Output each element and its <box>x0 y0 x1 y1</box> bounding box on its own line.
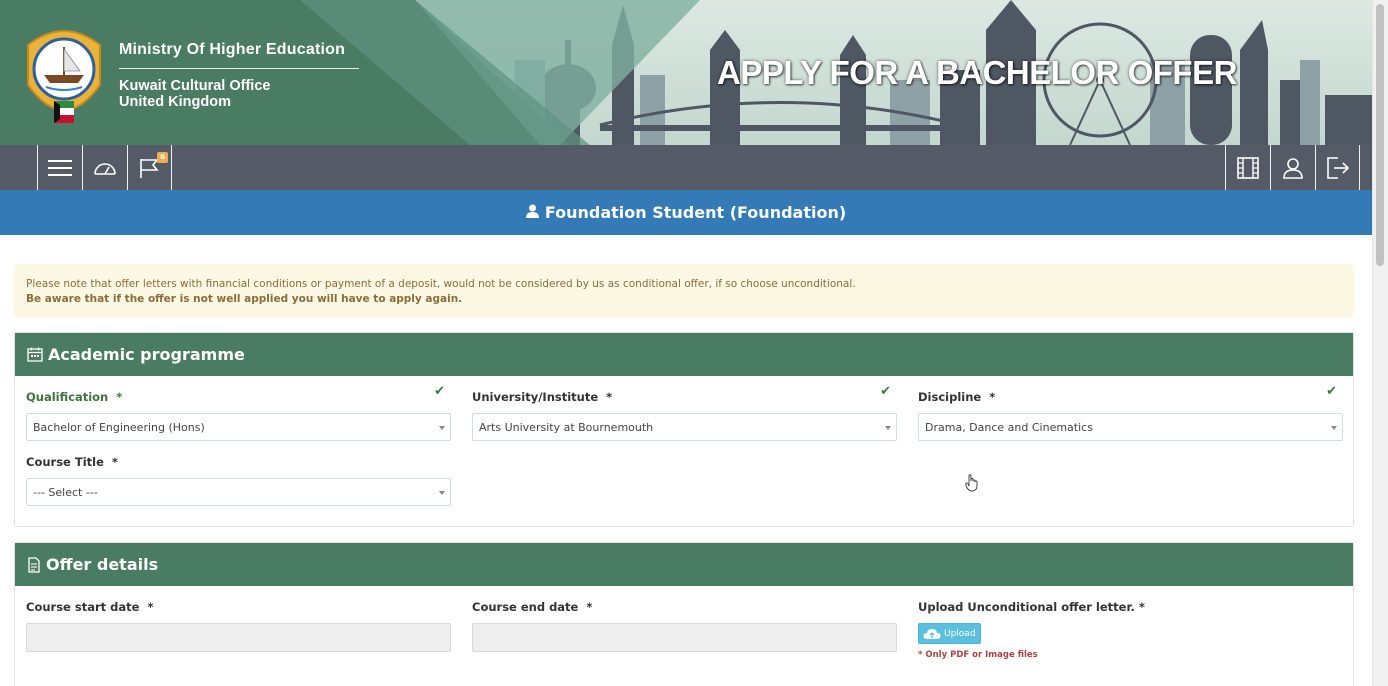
university-value: Arts University at Bournemouth <box>479 420 654 434</box>
offer-details-panel: Offer details Course start date * Course… <box>14 542 1354 686</box>
qualification-select[interactable]: Bachelor of Engineering (Hons) <box>26 413 451 441</box>
ministry-title: Ministry Of Higher Education <box>119 41 346 58</box>
student-label: Foundation Student (Foundation) <box>544 203 847 222</box>
course-title-label: Course Title * <box>26 455 118 469</box>
header-banner: Ministry Of Higher Education Kuwait Cult… <box>0 0 1372 145</box>
course-end-date-field: Course end date * <box>472 600 897 652</box>
qualification-check-icon: ✔ <box>434 384 445 399</box>
course-title-value: --- Select --- <box>33 485 98 499</box>
upload-file-type-note: * Only PDF or Image files <box>918 650 1038 660</box>
notice-line-1: Please note that offer letters with fina… <box>26 278 856 290</box>
profile-button[interactable] <box>1270 145 1315 190</box>
calendar-icon <box>27 347 43 362</box>
upload-button-label: Upload <box>944 628 976 639</box>
discipline-label: Discipline * <box>918 390 996 404</box>
academic-programme-panel: Academic programme Qualification * ✔ Bac… <box>14 332 1354 527</box>
logout-button[interactable] <box>1315 145 1360 190</box>
hand-cursor-icon <box>965 474 978 492</box>
scrollbar-thumb[interactable] <box>1376 4 1384 266</box>
notice-alert: Please note that offer letters with fina… <box>14 264 1354 318</box>
film-icon <box>1237 156 1259 179</box>
qualification-value: Bachelor of Engineering (Hons) <box>33 420 205 434</box>
cloud-upload-icon <box>923 628 941 640</box>
university-check-icon: ✔ <box>880 384 891 399</box>
dashboard-button[interactable] <box>82 145 127 190</box>
user-icon <box>1283 157 1303 179</box>
offer-details-header: Offer details <box>15 543 1353 586</box>
media-button[interactable] <box>1225 145 1270 190</box>
course-title-field: Course Title * --- Select --- <box>26 455 451 506</box>
notification-count-badge: 6 <box>157 152 168 163</box>
qualification-field: Qualification * ✔ Bachelor of Engineerin… <box>26 384 451 441</box>
course-title-select[interactable]: --- Select --- <box>26 478 451 506</box>
vertical-scrollbar[interactable] <box>1372 0 1388 686</box>
course-start-date-input[interactable] <box>26 623 451 652</box>
notice-line-2: Be aware that if the offer is not well a… <box>26 293 463 305</box>
course-end-date-input[interactable] <box>472 623 897 652</box>
upload-button[interactable]: Upload <box>918 623 981 644</box>
discipline-select[interactable]: Drama, Dance and Cinematics <box>918 413 1343 441</box>
course-start-date-label: Course start date * <box>26 600 154 614</box>
document-icon <box>27 556 41 573</box>
page-heading: APPLY FOR A BACHELOR OFFER <box>717 54 1237 91</box>
upload-offer-field: Upload Unconditional offer letter. * Upl… <box>918 600 1343 660</box>
student-info-bar: Foundation Student (Foundation) <box>0 190 1372 235</box>
upload-offer-label: Upload Unconditional offer letter. * <box>918 600 1145 614</box>
top-toolbar: 6 <box>0 145 1372 190</box>
dashboard-icon <box>94 162 116 175</box>
chevron-down-icon <box>885 426 891 430</box>
discipline-check-icon: ✔ <box>1326 384 1337 399</box>
office-country: United Kingdom <box>119 94 231 110</box>
logout-icon <box>1326 156 1349 179</box>
chevron-down-icon <box>439 426 445 430</box>
chevron-down-icon <box>439 491 445 495</box>
page: Ministry Of Higher Education Kuwait Cult… <box>0 0 1388 686</box>
university-select[interactable]: Arts University at Bournemouth <box>472 413 897 441</box>
course-end-date-label: Course end date * <box>472 600 593 614</box>
kuwait-emblem-logo <box>27 30 101 123</box>
academic-programme-title: Academic programme <box>48 345 245 364</box>
brand-divider <box>119 68 359 69</box>
notifications-button[interactable]: 6 <box>127 145 172 190</box>
discipline-field: Discipline * ✔ Drama, Dance and Cinemati… <box>918 384 1343 441</box>
qualification-label: Qualification * <box>26 390 123 404</box>
course-start-date-field: Course start date * <box>26 600 451 652</box>
chevron-down-icon <box>1331 426 1337 430</box>
university-label: University/Institute * <box>472 390 613 404</box>
university-field: University/Institute * ✔ Arts University… <box>472 384 897 441</box>
office-name: Kuwait Cultural Office <box>119 78 271 94</box>
discipline-value: Drama, Dance and Cinematics <box>925 420 1093 434</box>
offer-details-title: Offer details <box>46 555 159 574</box>
student-user-icon <box>525 203 539 222</box>
academic-programme-header: Academic programme <box>15 333 1353 376</box>
menu-button[interactable] <box>37 145 82 190</box>
menu-icon <box>48 159 72 176</box>
